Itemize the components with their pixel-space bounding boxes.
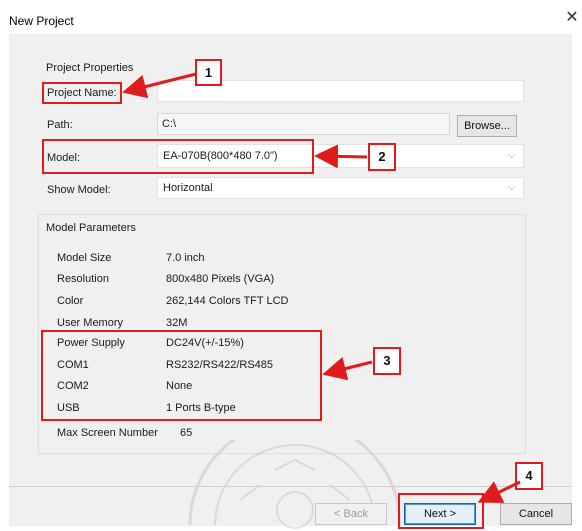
arrow-1 bbox=[122, 72, 197, 99]
arrow-3 bbox=[322, 356, 373, 381]
annotation-arrows bbox=[122, 72, 521, 503]
arrow-4 bbox=[477, 480, 521, 503]
arrow-2 bbox=[314, 144, 368, 169]
